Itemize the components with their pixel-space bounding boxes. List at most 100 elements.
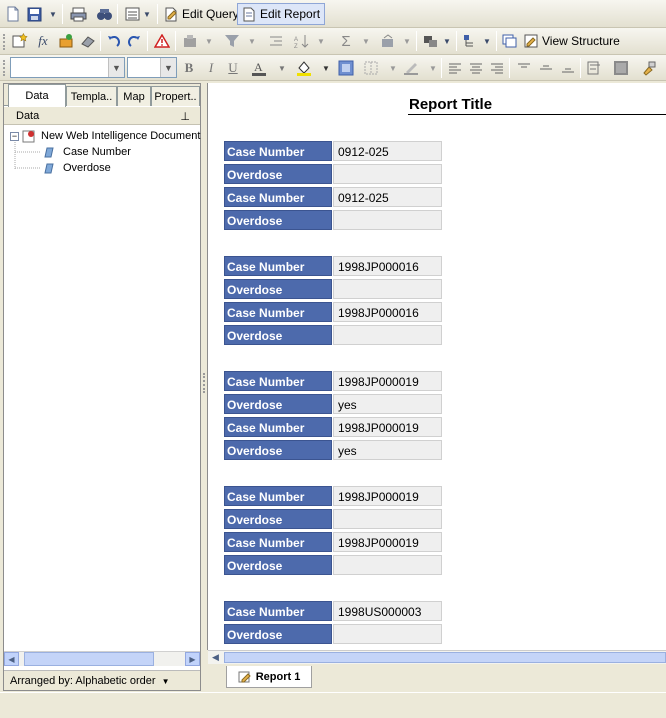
edit-query-button[interactable]: Edit Query bbox=[160, 3, 243, 25]
row-label-cell[interactable]: Case Number bbox=[224, 486, 332, 506]
row-value-cell[interactable]: 0912-025 bbox=[333, 187, 442, 207]
warning-icon[interactable] bbox=[152, 31, 172, 51]
scroll-right-icon[interactable]: ▶ bbox=[185, 652, 200, 666]
row-label-cell[interactable]: Overdose bbox=[224, 394, 332, 414]
table-row[interactable]: Case Number 1998JP000019 bbox=[224, 371, 442, 391]
row-label-cell[interactable]: Overdose bbox=[224, 210, 332, 230]
align-right-icon[interactable] bbox=[488, 59, 506, 77]
align-middle-icon[interactable] bbox=[537, 59, 555, 77]
formula-icon[interactable]: fx bbox=[33, 31, 53, 51]
view-mode-dropdown-icon[interactable]: ▼ bbox=[141, 4, 153, 24]
row-value-cell[interactable] bbox=[333, 164, 442, 184]
insert-cell-icon[interactable] bbox=[10, 31, 30, 51]
align-dropdown-icon[interactable]: ▼ bbox=[441, 31, 453, 51]
sort-icon[interactable]: AZ bbox=[292, 31, 314, 51]
table-row[interactable]: Overdose bbox=[224, 624, 442, 644]
background-image-icon[interactable] bbox=[337, 59, 355, 77]
filter-dropdown-icon[interactable]: ▼ bbox=[246, 31, 258, 51]
row-label-cell[interactable]: Overdose bbox=[224, 440, 332, 460]
view-structure-button[interactable]: View Structure bbox=[520, 30, 624, 52]
sort-dropdown-icon[interactable]: ▼ bbox=[315, 31, 327, 51]
italic-button[interactable]: I bbox=[202, 59, 220, 77]
tab-data[interactable]: Data bbox=[8, 84, 66, 107]
table-row[interactable]: Overdose bbox=[224, 210, 442, 230]
row-value-cell[interactable] bbox=[333, 509, 442, 529]
row-value-cell[interactable]: 1998JP000016 bbox=[333, 256, 442, 276]
row-value-cell[interactable]: 1998JP000019 bbox=[333, 532, 442, 552]
find-icon[interactable] bbox=[94, 4, 114, 24]
borders-icon[interactable] bbox=[362, 59, 380, 77]
wrap-text-icon[interactable] bbox=[586, 59, 604, 77]
tree-item-case-number[interactable]: Case Number bbox=[44, 144, 131, 160]
row-value-cell[interactable]: 1998JP000019 bbox=[333, 371, 442, 391]
turn-to-dropdown-icon[interactable]: ▼ bbox=[401, 31, 413, 51]
row-value-cell[interactable]: 1998JP000016 bbox=[333, 302, 442, 322]
align-bottom-icon[interactable] bbox=[559, 59, 577, 77]
row-value-cell[interactable]: 0912-025 bbox=[333, 141, 442, 161]
table-row[interactable]: Overdose bbox=[224, 325, 442, 345]
fill-color-dropdown-icon[interactable]: ▼ bbox=[317, 59, 335, 77]
track-dropdown-icon[interactable]: ▼ bbox=[203, 31, 215, 51]
row-label-cell[interactable]: Overdose bbox=[224, 279, 332, 299]
align-top-icon[interactable] bbox=[515, 59, 533, 77]
row-value-cell[interactable]: yes bbox=[333, 394, 442, 414]
table-row[interactable]: Overdose bbox=[224, 279, 442, 299]
structure-icon[interactable] bbox=[461, 31, 481, 51]
row-label-cell[interactable]: Overdose bbox=[224, 555, 332, 575]
row-value-cell[interactable] bbox=[333, 624, 442, 644]
border-style-icon[interactable] bbox=[402, 59, 420, 77]
row-label-cell[interactable]: Case Number bbox=[224, 417, 332, 437]
row-value-cell[interactable] bbox=[333, 279, 442, 299]
print-icon[interactable] bbox=[68, 4, 88, 24]
tab-properties[interactable]: Propert.. bbox=[151, 86, 200, 106]
pin-icon[interactable]: ⊥ bbox=[180, 108, 190, 126]
scroll-thumb[interactable] bbox=[24, 652, 154, 666]
row-label-cell[interactable]: Case Number bbox=[224, 256, 332, 276]
underline-button[interactable]: U bbox=[224, 59, 242, 77]
row-value-cell[interactable]: 1998JP000019 bbox=[333, 486, 442, 506]
font-size-dropdown[interactable]: ▼ bbox=[127, 57, 177, 78]
tab-templates[interactable]: Templa.. bbox=[66, 86, 117, 106]
row-value-cell[interactable]: yes bbox=[333, 440, 442, 460]
row-value-cell[interactable] bbox=[333, 555, 442, 575]
fill-color-button[interactable] bbox=[295, 59, 313, 77]
scroll-left-icon[interactable]: ◀ bbox=[4, 652, 19, 666]
scroll-left-icon[interactable]: ◀ bbox=[208, 651, 223, 664]
row-value-cell[interactable] bbox=[333, 325, 442, 345]
align-left-icon[interactable] bbox=[446, 59, 464, 77]
table-row[interactable]: Case Number 0912-025 bbox=[224, 141, 442, 161]
font-name-dropdown[interactable]: ▼ bbox=[10, 57, 125, 78]
table-row[interactable]: Case Number 1998JP000019 bbox=[224, 486, 442, 506]
table-row[interactable]: Overdose bbox=[224, 509, 442, 529]
table-row[interactable]: Overdose bbox=[224, 164, 442, 184]
format-painter-icon[interactable] bbox=[640, 59, 658, 77]
undo-icon[interactable] bbox=[104, 31, 122, 51]
report-title[interactable]: Report Title bbox=[408, 96, 666, 115]
row-label-cell[interactable]: Case Number bbox=[224, 141, 332, 161]
left-panel-scrollbar[interactable]: ◀ ▶ bbox=[4, 651, 200, 666]
structure-dropdown-icon[interactable]: ▼ bbox=[481, 31, 493, 51]
new-document-icon[interactable] bbox=[4, 4, 22, 24]
font-color-dropdown-icon[interactable]: ▼ bbox=[273, 59, 291, 77]
row-label-cell[interactable]: Case Number bbox=[224, 532, 332, 552]
row-label-cell[interactable]: Case Number bbox=[224, 302, 332, 322]
table-row[interactable]: Case Number 1998JP000016 bbox=[224, 256, 442, 276]
tree-item-overdose[interactable]: Overdose bbox=[44, 160, 111, 176]
duplicate-icon[interactable] bbox=[500, 31, 520, 51]
tab-map[interactable]: Map bbox=[117, 86, 151, 106]
turn-to-icon[interactable] bbox=[378, 31, 398, 51]
row-label-cell[interactable]: Overdose bbox=[224, 509, 332, 529]
break-icon[interactable] bbox=[266, 31, 286, 51]
row-value-cell[interactable]: 1998US000003 bbox=[333, 601, 442, 621]
table-row[interactable]: Case Number 1998JP000019 bbox=[224, 532, 442, 552]
table-row[interactable]: Overdose yes bbox=[224, 394, 442, 414]
font-color-button[interactable]: A bbox=[250, 59, 268, 77]
row-label-cell[interactable]: Case Number bbox=[224, 371, 332, 391]
sum-icon[interactable]: Σ bbox=[336, 31, 356, 51]
arranged-by-dropdown[interactable]: Arranged by: Alphabetic order ▼ bbox=[4, 670, 200, 690]
save-icon[interactable] bbox=[25, 4, 43, 24]
bold-button[interactable]: B bbox=[180, 59, 198, 77]
tab-report-1[interactable]: Report 1 bbox=[226, 666, 312, 688]
row-value-cell[interactable] bbox=[333, 210, 442, 230]
view-mode-icon[interactable] bbox=[122, 4, 142, 24]
